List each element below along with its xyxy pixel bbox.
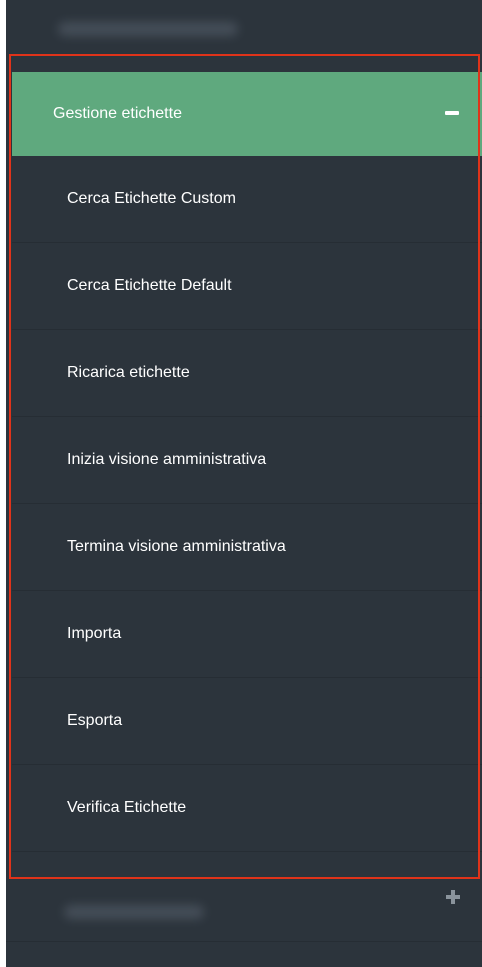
section-title: Gestione etichette	[53, 105, 182, 122]
obscured-label	[58, 22, 238, 36]
menu-item-esporta[interactable]: Esporta	[12, 678, 482, 765]
menu-item-cerca-etichette-custom[interactable]: Cerca Etichette Custom	[12, 156, 482, 243]
menu-item-label: Inizia visione amministrativa	[67, 451, 267, 468]
menu-item-termina-visione-amministrativa[interactable]: Termina visione amministrativa	[12, 504, 482, 591]
menu-item-label: Esporta	[67, 712, 123, 729]
minus-icon[interactable]	[445, 111, 459, 115]
menu-item-label: Cerca Etichette Custom	[67, 190, 236, 207]
menu-item-label: Termina visione amministrativa	[67, 538, 286, 555]
menu-item-label: Ricarica etichette	[67, 364, 190, 381]
menu-item-label: Verifica Etichette	[67, 799, 187, 816]
menu-item-cerca-etichette-default[interactable]: Cerca Etichette Default	[12, 243, 482, 330]
sidebar-item-obscured-top[interactable]	[6, 0, 482, 54]
menu-item-label: Importa	[67, 625, 122, 642]
obscured-label	[64, 905, 204, 919]
section-header-gestione-etichette[interactable]: Gestione etichette	[12, 72, 482, 156]
menu-item-importa[interactable]: Importa	[12, 591, 482, 678]
menu-item-ricarica-etichette[interactable]: Ricarica etichette	[12, 330, 482, 417]
plus-icon[interactable]	[446, 890, 460, 904]
sidebar-item-obscured-bottom[interactable]	[6, 879, 482, 967]
submenu-gestione-etichette: Cerca Etichette Custom Cerca Etichette D…	[12, 156, 482, 852]
divider	[6, 941, 482, 942]
menu-item-verifica-etichette[interactable]: Verifica Etichette	[12, 765, 482, 852]
menu-item-inizia-visione-amministrativa[interactable]: Inizia visione amministrativa	[12, 417, 482, 504]
menu-item-label: Cerca Etichette Default	[67, 277, 232, 294]
